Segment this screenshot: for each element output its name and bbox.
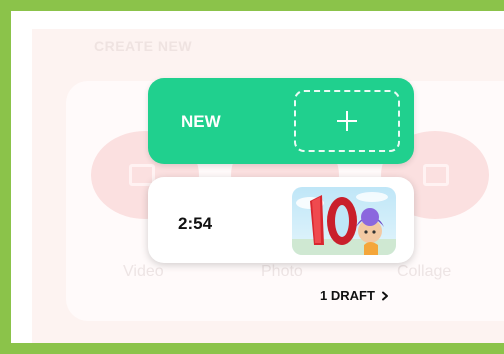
photo-option-label: Photo (261, 263, 303, 280)
screenshot-frame: CREATE NEW Video Photo Collage NEW 2:54 (0, 0, 504, 354)
video-option-label: Video (123, 263, 164, 280)
collage-option-label: Collage (397, 263, 452, 280)
create-new-title: CREATE NEW (94, 38, 193, 54)
plus-icon (337, 111, 357, 131)
draft-thumbnail (292, 187, 396, 255)
video-thumbnail-icon (292, 187, 396, 255)
new-project-label: NEW (181, 112, 221, 131)
new-project-button[interactable]: NEW (148, 78, 414, 164)
chevron-right-icon (381, 291, 388, 300)
collage-option-icon (423, 164, 449, 186)
draft-item[interactable]: 2:54 (148, 177, 414, 263)
draft-duration: 2:54 (178, 214, 213, 233)
add-media-area[interactable] (294, 90, 400, 152)
drafts-link-label: 1 DRAFT (320, 288, 375, 303)
drafts-link[interactable]: 1 DRAFT (320, 288, 390, 303)
